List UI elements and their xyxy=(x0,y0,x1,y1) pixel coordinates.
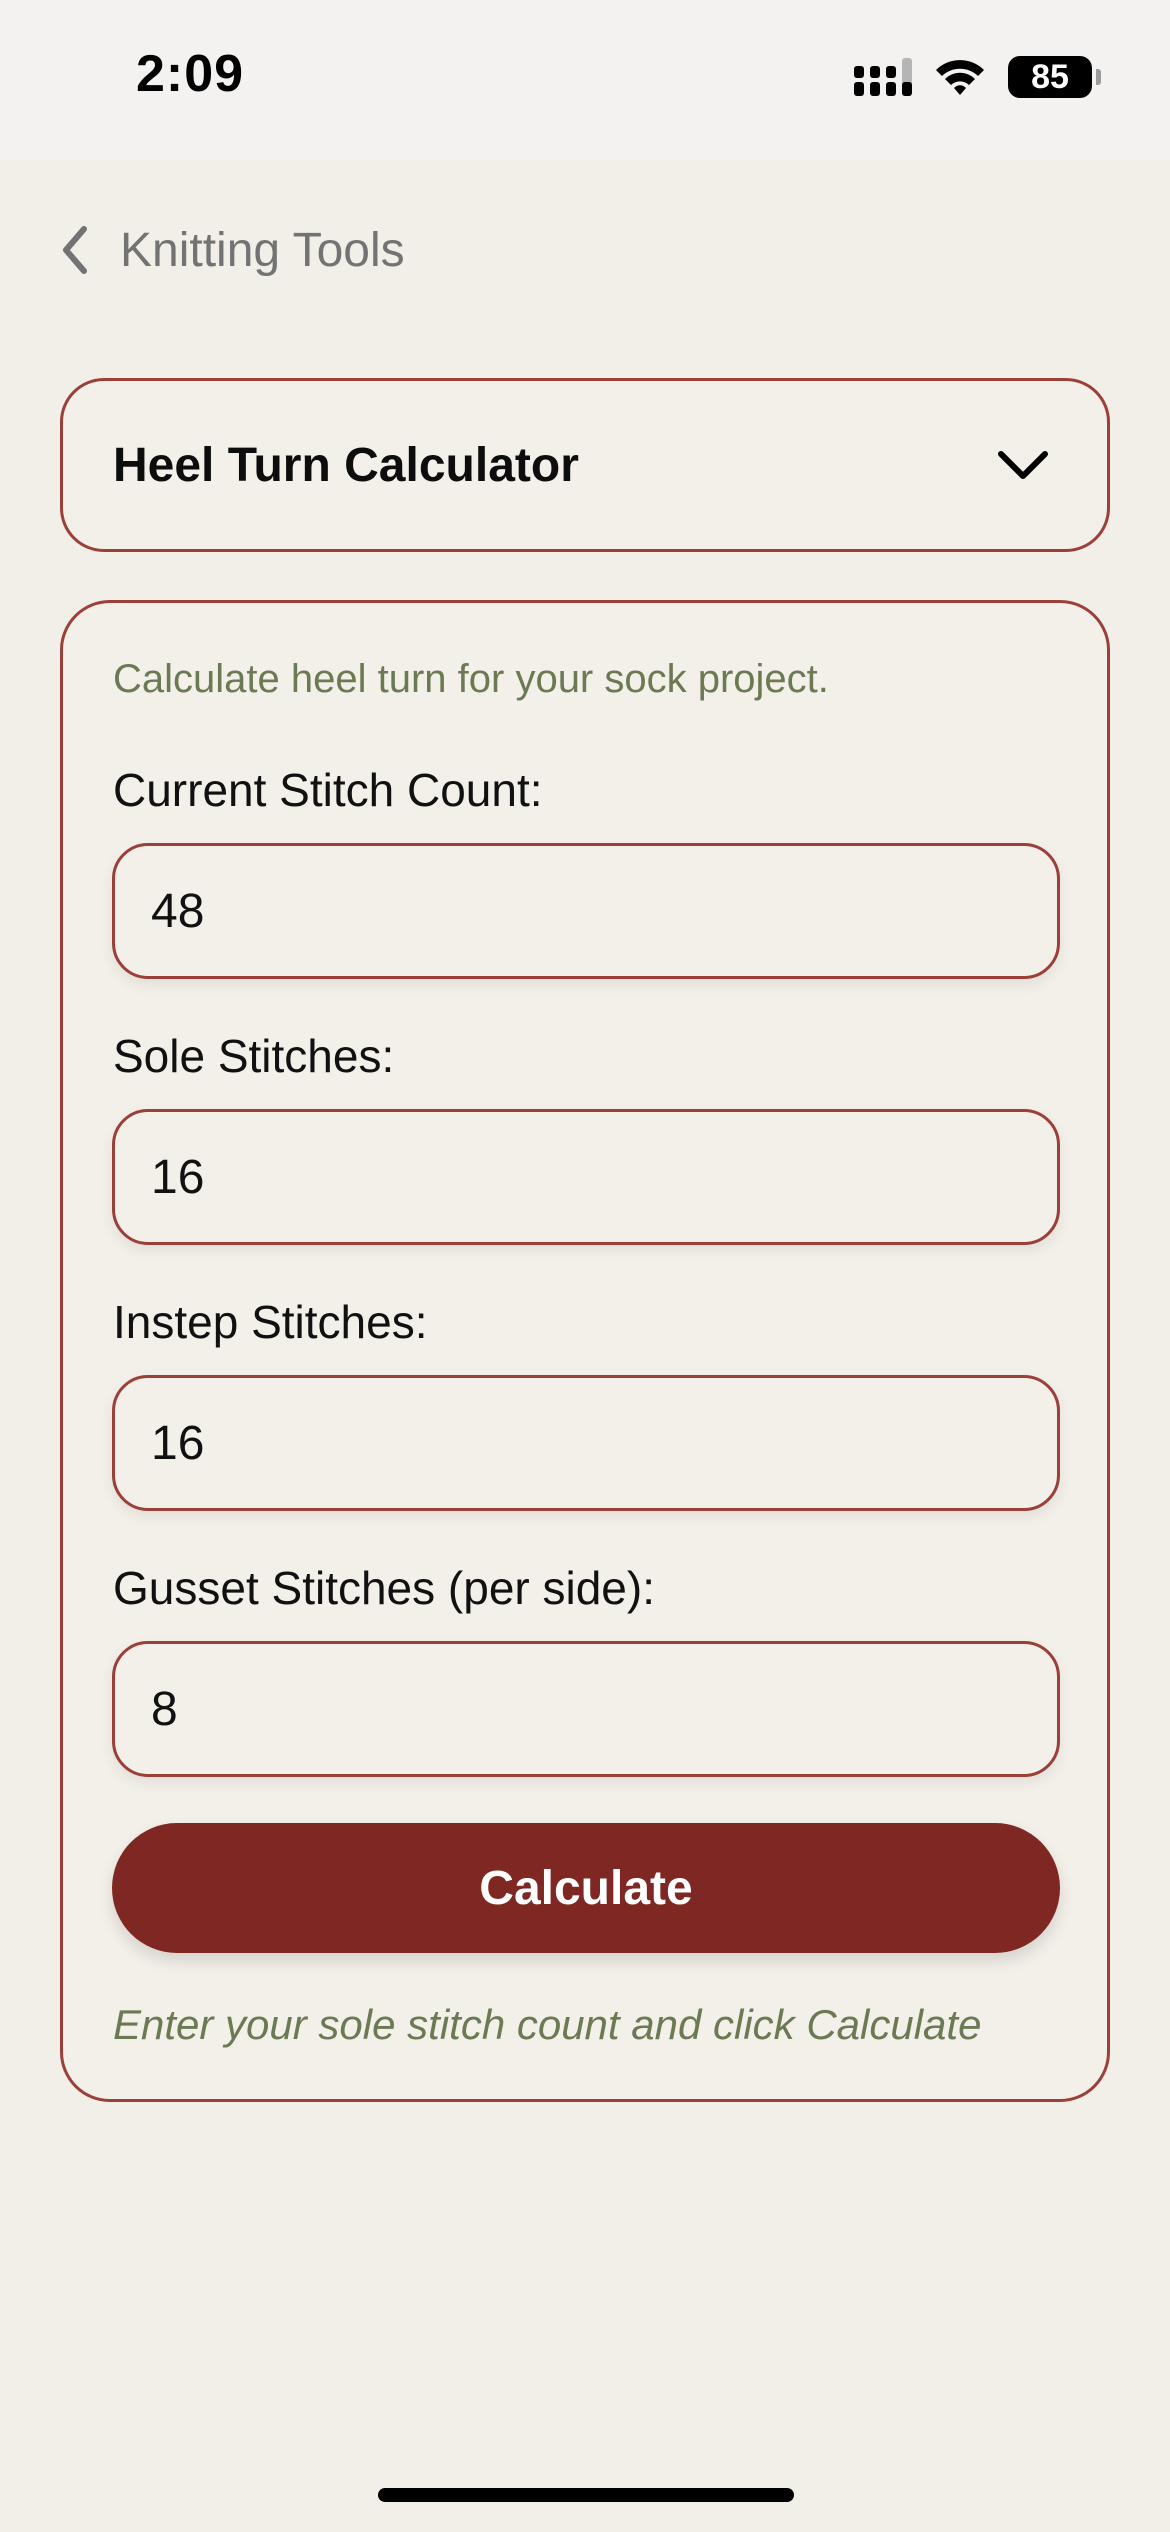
cellular-signal-icon xyxy=(854,58,912,96)
chevron-left-icon xyxy=(63,226,87,274)
tool-selector-value: Heel Turn Calculator xyxy=(113,438,579,492)
gusset-stitches-input[interactable] xyxy=(112,1641,1060,1777)
calculate-button[interactable]: Calculate xyxy=(112,1823,1060,1953)
result-hint: Enter your sole stitch count and click C… xyxy=(113,2001,982,2048)
back-button[interactable]: Knitting Tools xyxy=(60,212,405,288)
home-indicator[interactable] xyxy=(378,2488,794,2502)
status-icons: 85 xyxy=(854,54,1101,100)
instep-stitches-label: Instep Stitches: xyxy=(113,1296,428,1348)
calculator-intro: Calculate heel turn for your sock projec… xyxy=(113,657,829,701)
wifi-icon xyxy=(936,60,984,95)
tool-selector-dropdown[interactable]: Heel Turn Calculator xyxy=(60,378,1110,552)
instep-stitches-input[interactable] xyxy=(112,1375,1060,1511)
chevron-down-icon xyxy=(998,451,1048,479)
battery-icon: 85 xyxy=(1008,56,1101,98)
back-label: Knitting Tools xyxy=(120,223,405,277)
sole-stitches-label: Sole Stitches: xyxy=(113,1030,395,1082)
status-time: 2:09 xyxy=(136,45,245,103)
current-stitch-count-label: Current Stitch Count: xyxy=(113,764,543,816)
sole-stitches-input[interactable] xyxy=(112,1109,1060,1245)
heel-turn-calculator-card: Calculate heel turn for your sock projec… xyxy=(60,600,1110,2102)
current-stitch-count-input[interactable] xyxy=(112,843,1060,979)
gusset-stitches-label: Gusset Stitches (per side): xyxy=(113,1562,655,1614)
status-bar: 2:09 85 xyxy=(0,0,1170,160)
